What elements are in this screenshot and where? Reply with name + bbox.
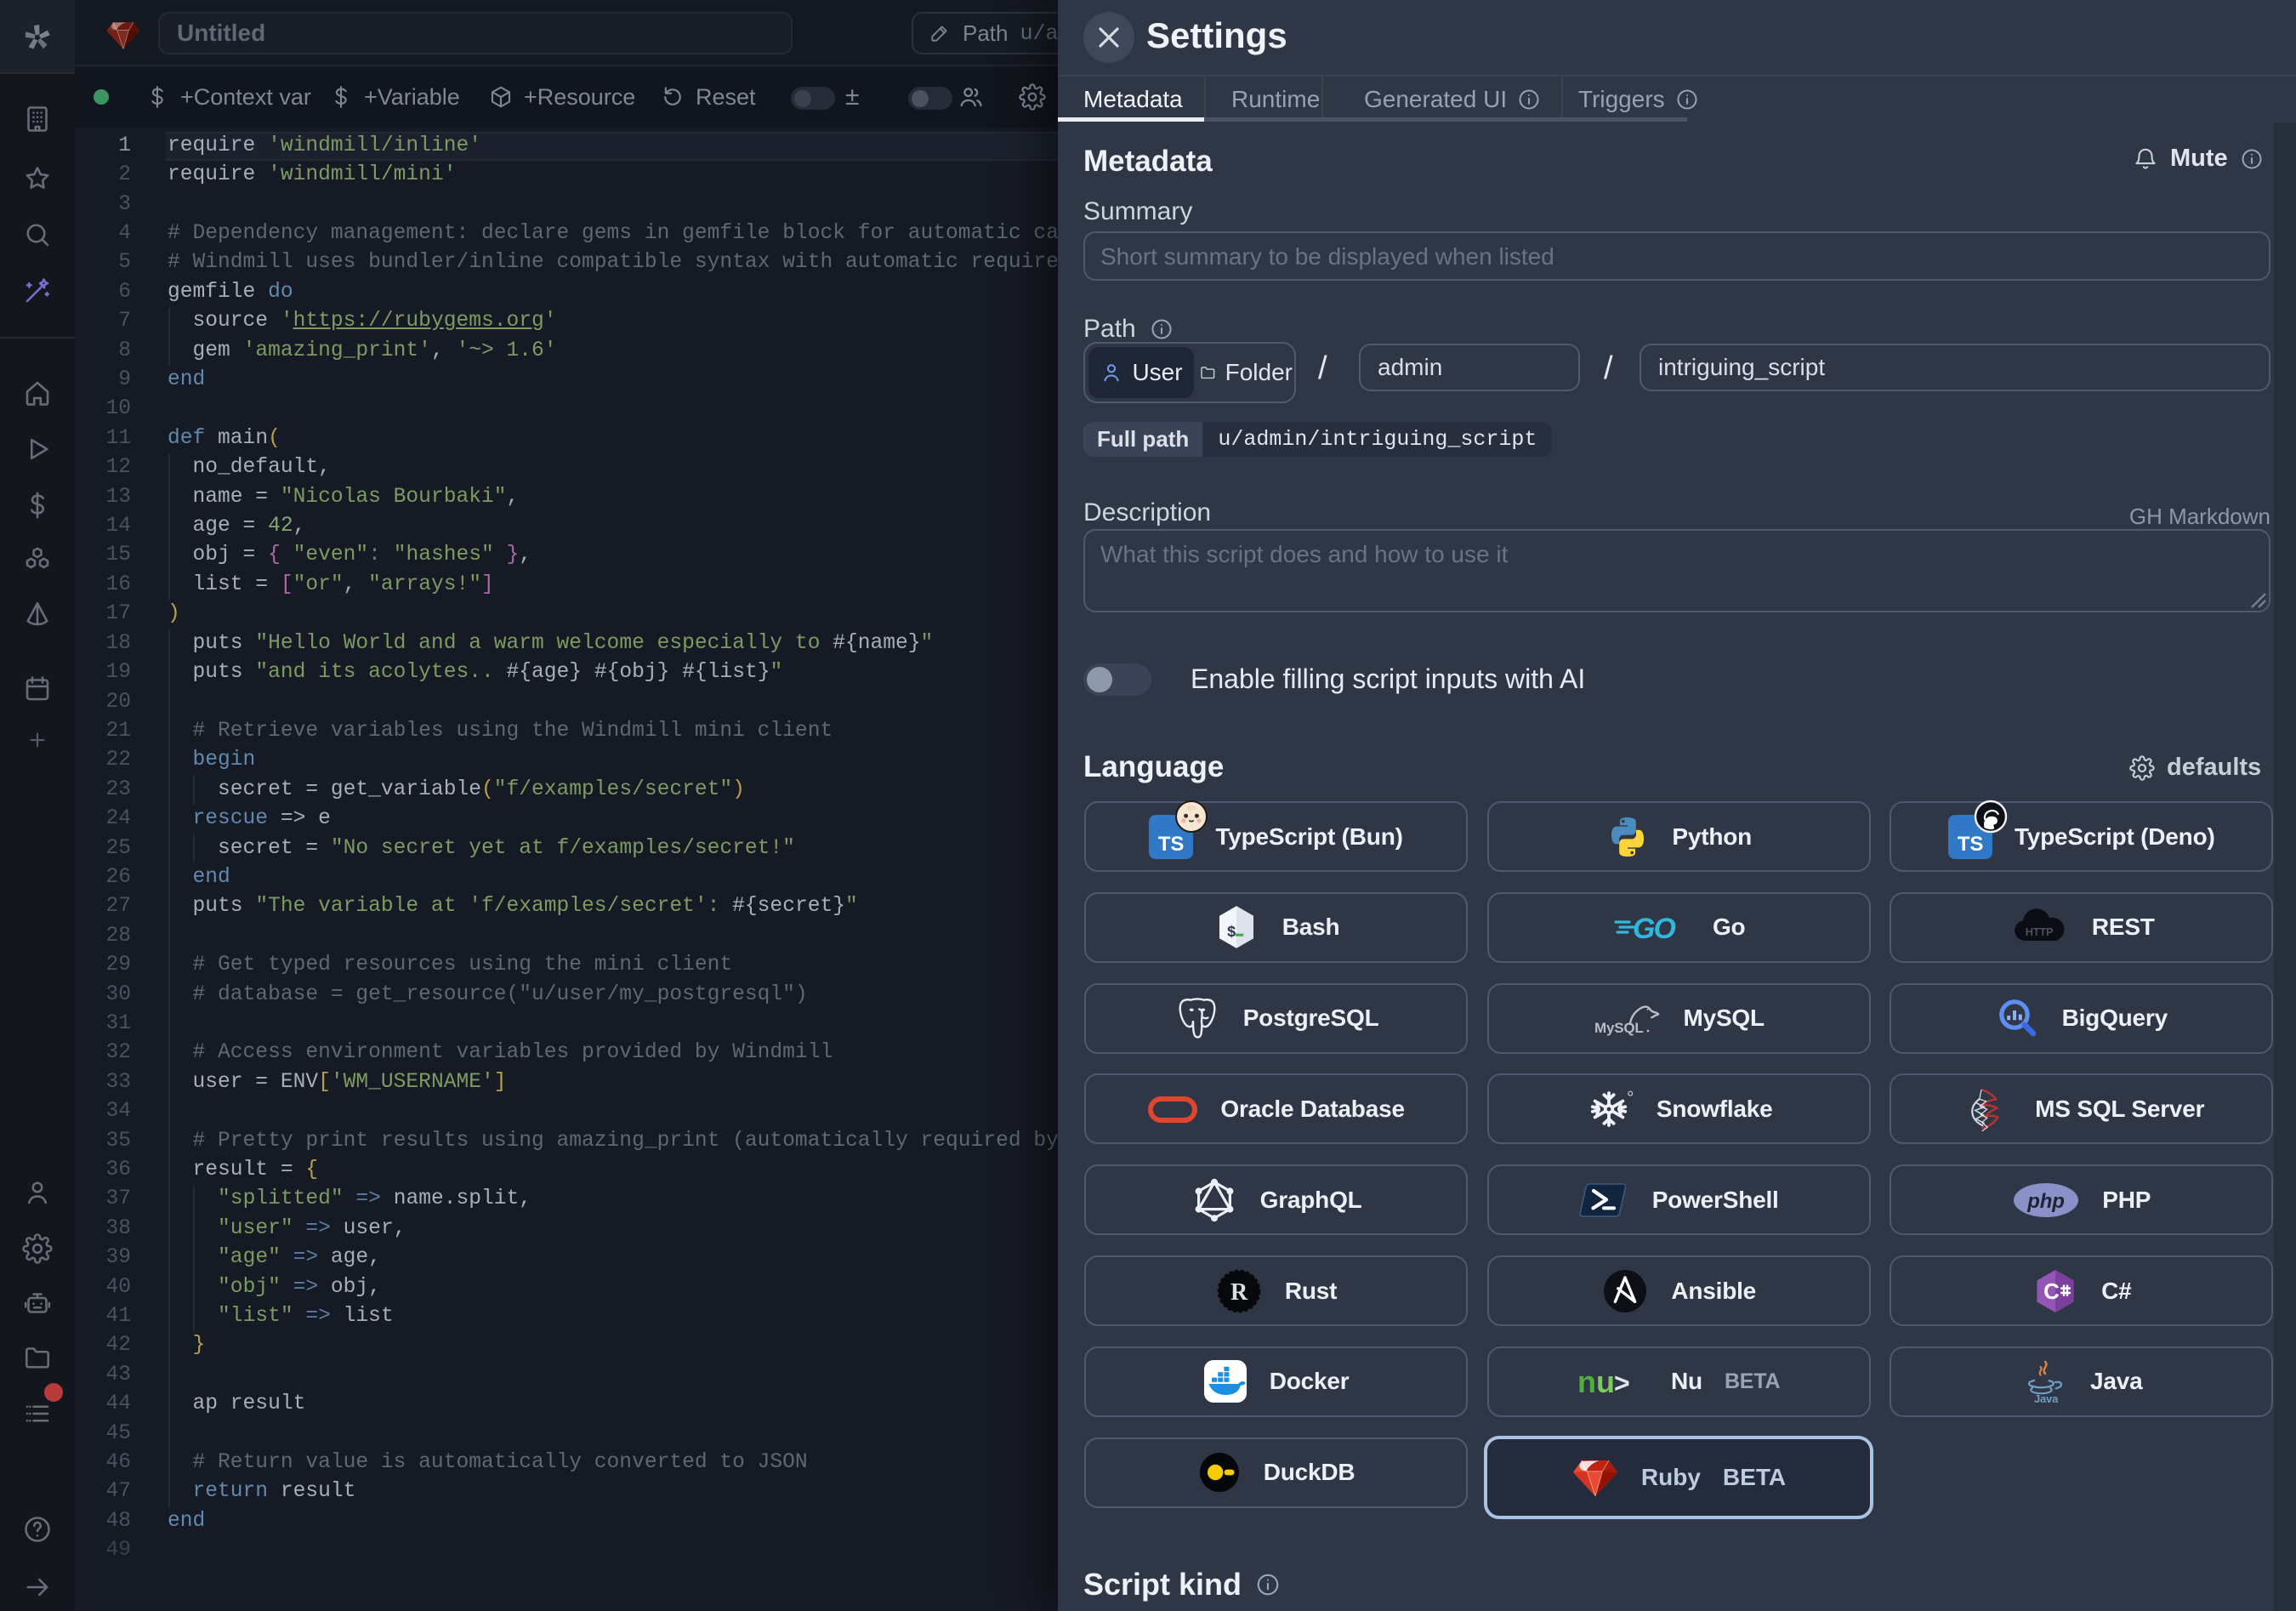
svg-text:TS: TS (1958, 833, 1983, 856)
svg-text:R: R (1230, 1279, 1248, 1306)
svg-text:n: n (1577, 1364, 1596, 1399)
svg-text:HTTP: HTTP (2026, 925, 2054, 938)
svg-text:u: u (1596, 1364, 1615, 1399)
svg-text:>: > (1614, 1368, 1630, 1398)
svg-text:Java: Java (2034, 1392, 2059, 1403)
svg-text:C: C (2043, 1278, 2060, 1304)
svg-text:php: php (2027, 1190, 2065, 1213)
svg-text:MySQL: MySQL (1594, 1020, 1644, 1036)
svg-text:$: $ (1226, 925, 1236, 942)
svg-text:GO: GO (1633, 913, 1675, 945)
svg-text:TS: TS (1158, 833, 1184, 856)
